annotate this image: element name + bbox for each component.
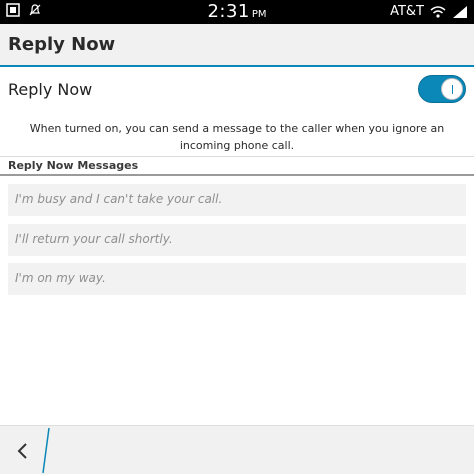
- message-text: I'm busy and I can't take your call.: [15, 192, 223, 206]
- reply-now-setting-row: Reply Now: [0, 68, 474, 114]
- title-accent-line: [0, 65, 474, 67]
- title-bar: Reply Now: [0, 24, 474, 65]
- status-right-icons: AT&T: [390, 4, 468, 19]
- list-item[interactable]: I'm busy and I can't take your call.: [8, 184, 466, 216]
- reply-now-description: When turned on, you can send a message t…: [29, 122, 445, 152]
- list-item[interactable]: I'm on my way.: [8, 263, 466, 295]
- reply-now-toggle[interactable]: [418, 75, 466, 103]
- wifi-icon: [430, 5, 446, 19]
- status-time: 2:31: [207, 1, 250, 22]
- list-item[interactable]: I'll return your call shortly.: [8, 224, 466, 256]
- page-title: Reply Now: [8, 34, 116, 55]
- action-bar: [0, 425, 474, 474]
- carrier-name: AT&T: [390, 4, 424, 19]
- message-text: I'm on my way.: [15, 271, 106, 285]
- message-text: I'll return your call shortly.: [15, 232, 173, 246]
- toggle-on-mark: [452, 85, 453, 94]
- messages-section-title: Reply Now Messages: [8, 159, 139, 172]
- chevron-left-icon: [17, 443, 27, 459]
- signal-icon: [452, 5, 468, 19]
- reply-now-toggle-label: Reply Now: [8, 80, 93, 99]
- messages-section-header: Reply Now Messages: [0, 156, 474, 176]
- status-bar: 2:31 PM AT&T: [0, 0, 474, 24]
- back-divider: [42, 427, 50, 474]
- toggle-knob: [441, 78, 463, 100]
- status-ampm: PM: [251, 9, 267, 20]
